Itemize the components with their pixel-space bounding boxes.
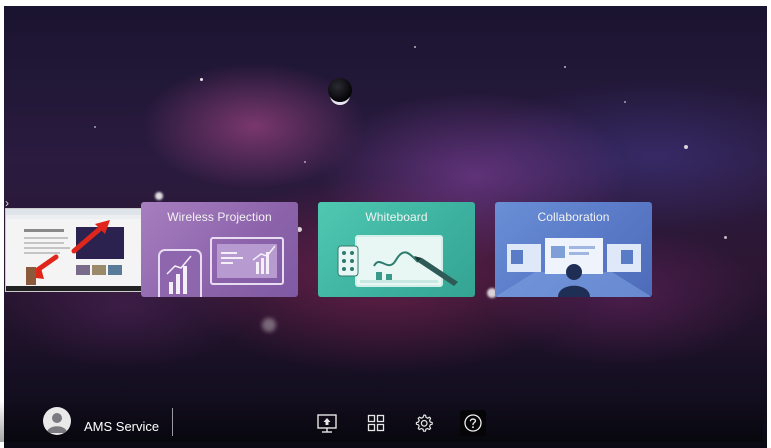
star <box>262 318 276 332</box>
star <box>304 161 306 163</box>
star <box>724 236 727 239</box>
star <box>624 101 626 103</box>
star <box>684 145 688 149</box>
whiteboard-label: Whiteboard <box>365 210 428 224</box>
wireless-projection-label: Wireless Projection <box>167 210 272 224</box>
star <box>200 78 203 81</box>
red-arrow-icon <box>26 220 110 285</box>
wireless-projection-card[interactable]: Wireless Projection <box>141 202 298 297</box>
settings-button[interactable] <box>411 410 437 436</box>
star <box>414 46 416 48</box>
star <box>155 192 163 200</box>
person-icon <box>47 413 67 433</box>
collaboration-label: Collaboration <box>537 210 610 224</box>
question-mark-icon <box>464 414 482 432</box>
screen-share-button[interactable] <box>314 410 340 436</box>
help-button[interactable] <box>460 410 486 436</box>
taskbar-divider <box>172 408 173 436</box>
collaboration-card[interactable]: Collaboration <box>495 202 652 297</box>
screen-preview-thumbnail[interactable] <box>5 208 144 292</box>
user-avatar-icon[interactable] <box>43 407 71 435</box>
star <box>564 66 566 68</box>
screen-share-icon <box>317 414 337 433</box>
whiteboard-card[interactable]: Whiteboard <box>318 202 475 297</box>
star <box>94 126 96 128</box>
app-grid-icon <box>367 414 385 432</box>
gear-icon <box>415 414 433 432</box>
apps-button[interactable] <box>363 410 389 436</box>
planet-decoration <box>328 78 352 102</box>
user-name-label[interactable]: AMS Service <box>84 419 159 434</box>
